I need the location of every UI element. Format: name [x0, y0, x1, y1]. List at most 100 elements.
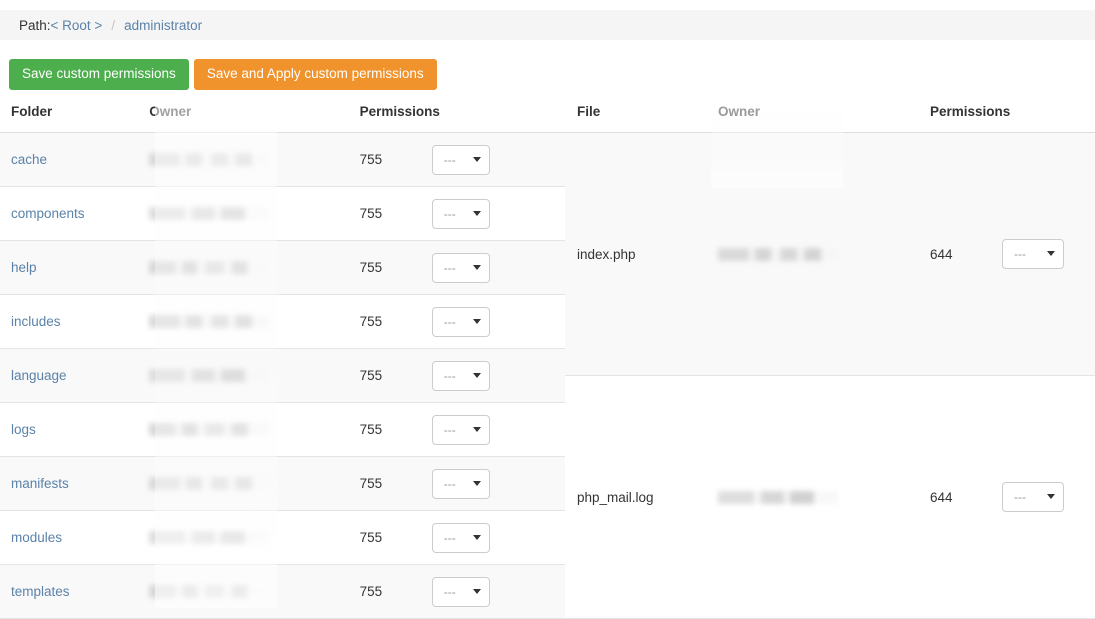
folder-name-cell: templates: [0, 564, 150, 619]
owner-cell-redacted: [149, 456, 360, 511]
owner-redacted-bar: [149, 531, 270, 544]
owner-cell-redacted: [149, 510, 360, 565]
folders-header-owner: Owner: [149, 104, 360, 133]
files-header-owner: Owner: [718, 104, 930, 133]
folders-table-head: Folder Owner Permissions: [0, 104, 565, 133]
owner-redacted-bar: [149, 477, 270, 490]
file-name-cell: php_mail.log: [565, 375, 718, 619]
file-name: index.php: [577, 246, 636, 262]
select-wrapper: ---: [431, 144, 490, 175]
folder-link[interactable]: manifests: [11, 476, 69, 491]
folder-name-cell: components: [0, 186, 150, 241]
folders-header-row: Folder Owner Permissions: [0, 104, 565, 133]
owner-redacted-bar: [149, 585, 270, 598]
files-header-permissions: Permissions: [930, 104, 1010, 133]
table-row: cache 755 ---: [0, 132, 565, 187]
permissions-value: 644: [930, 132, 1002, 376]
permissions-select[interactable]: ---: [1002, 239, 1064, 269]
breadcrumb-current-administrator[interactable]: administrator: [124, 18, 202, 33]
file-name-cell: index.php: [565, 132, 718, 376]
permissions-select[interactable]: ---: [431, 144, 490, 175]
permissions-select[interactable]: ---: [431, 252, 490, 283]
table-row: modules 755 ---: [0, 510, 565, 565]
files-header-file: File: [565, 104, 718, 133]
files-table-head: File Owner Permissions: [565, 104, 1095, 133]
permissions-select[interactable]: ---: [431, 198, 490, 229]
permissions-select-cell: ---: [431, 564, 565, 619]
permissions-value: 755: [359, 132, 432, 187]
owner-redacted-bar: [149, 369, 270, 382]
permissions-select[interactable]: ---: [431, 576, 490, 607]
select-wrapper: ---: [431, 468, 490, 499]
folder-name-cell: includes: [0, 294, 150, 349]
folder-link[interactable]: templates: [11, 584, 70, 599]
table-row: php_mail.log 644 ---: [565, 375, 1095, 619]
breadcrumb: Path: < Root > / administrator: [0, 10, 1095, 40]
permissions-select-cell: ---: [431, 240, 565, 295]
select-wrapper: ---: [1002, 239, 1064, 269]
folders-header-permissions: Permissions: [359, 104, 440, 133]
permissions-value: 755: [359, 240, 432, 295]
folders-table-body: cache 755 --- components 755 --- help 755 --- inc…: [0, 132, 565, 619]
folder-name-cell: manifests: [0, 456, 150, 511]
folders-header-select: [431, 104, 565, 133]
table-row: index.php 644 ---: [565, 132, 1095, 376]
folder-link[interactable]: modules: [11, 530, 62, 545]
permissions-select[interactable]: ---: [431, 414, 490, 445]
permissions-select[interactable]: ---: [431, 468, 490, 499]
owner-cell-redacted: [149, 402, 360, 457]
table-row: help 755 ---: [0, 240, 565, 295]
folder-name-cell: help: [0, 240, 150, 295]
owner-cell-redacted: [149, 132, 360, 187]
breadcrumb-label: Path:: [19, 17, 51, 33]
folder-link[interactable]: logs: [11, 422, 36, 437]
select-wrapper: ---: [431, 576, 490, 607]
select-wrapper: ---: [431, 414, 490, 445]
permissions-value: 755: [359, 294, 432, 349]
folder-name-cell: modules: [0, 510, 150, 565]
select-wrapper: ---: [431, 522, 490, 553]
permissions-select-cell: ---: [431, 186, 565, 241]
permissions-select-cell: ---: [1002, 375, 1095, 619]
owner-redacted-bar: [718, 247, 838, 261]
select-wrapper: ---: [431, 198, 490, 229]
permissions-select[interactable]: ---: [1002, 482, 1064, 512]
folder-link[interactable]: cache: [11, 152, 47, 167]
permissions-select[interactable]: ---: [431, 360, 490, 391]
select-wrapper: ---: [431, 360, 490, 391]
permissions-select-cell: ---: [1002, 132, 1095, 376]
breadcrumb-root-link[interactable]: < Root >: [51, 18, 103, 33]
save-custom-permissions-button[interactable]: Save custom permissions: [9, 59, 189, 90]
permissions-select[interactable]: ---: [431, 522, 490, 553]
save-and-apply-custom-permissions-button[interactable]: Save and Apply custom permissions: [193, 59, 437, 90]
permissions-value: 755: [359, 348, 432, 403]
owner-cell-redacted: [718, 132, 930, 376]
table-row: templates 755 ---: [0, 564, 565, 619]
folder-link[interactable]: language: [11, 368, 67, 383]
select-wrapper: ---: [431, 252, 490, 283]
owner-cell-redacted: [149, 186, 360, 241]
table-row: includes 755 ---: [0, 294, 565, 349]
owner-redacted-bar: [149, 423, 270, 436]
permissions-select-cell: ---: [431, 132, 565, 187]
files-header-row: File Owner Permissions: [565, 104, 1095, 133]
folder-link[interactable]: components: [11, 206, 85, 221]
owner-redacted-bar: [149, 315, 270, 328]
select-wrapper: ---: [1002, 482, 1064, 512]
owner-redacted-bar: [149, 153, 270, 166]
owner-cell-redacted: [149, 294, 360, 349]
permissions-select-cell: ---: [431, 510, 565, 565]
select-wrapper: ---: [431, 306, 490, 337]
folder-link[interactable]: includes: [11, 314, 61, 329]
folder-name-cell: cache: [0, 132, 150, 187]
permissions-select-cell: ---: [431, 402, 565, 457]
permissions-value: 755: [359, 564, 432, 619]
folders-header-folder: Folder: [0, 104, 150, 133]
permissions-value: 755: [359, 186, 432, 241]
owner-cell-redacted: [149, 240, 360, 295]
permissions-value: 755: [359, 456, 432, 511]
folder-link[interactable]: help: [11, 260, 37, 275]
folders-table: Folder Owner Permissions cache 755 --- comp…: [0, 104, 565, 619]
permissions-select[interactable]: ---: [431, 306, 490, 337]
file-name: php_mail.log: [577, 489, 654, 505]
